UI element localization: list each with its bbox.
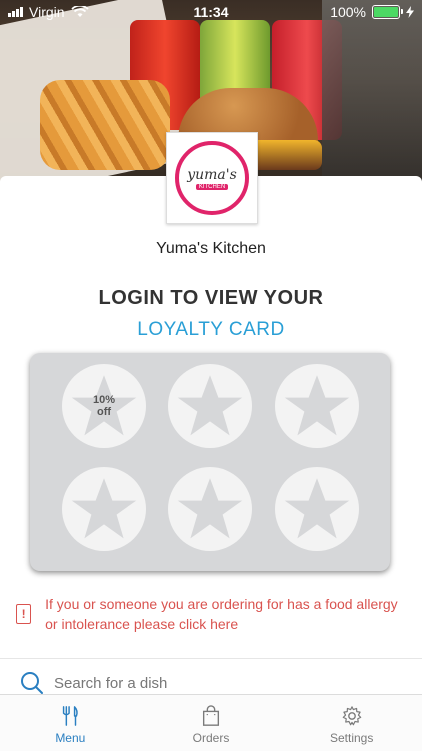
- stamp-slot: [275, 364, 359, 448]
- stamp-slot: 10% off: [62, 364, 146, 448]
- tab-orders[interactable]: Orders: [141, 695, 282, 751]
- star-icon: [71, 478, 137, 539]
- logo-text: yuma's: [187, 166, 237, 183]
- star-icon: [284, 375, 350, 436]
- star-icon: [177, 375, 243, 436]
- tab-bar: Menu Orders Settings: [0, 694, 422, 751]
- search-bar[interactable]: [20, 670, 400, 696]
- star-icon: [177, 478, 243, 539]
- loyalty-stamp-card: 10% off: [30, 353, 390, 571]
- star-icon: [284, 478, 350, 539]
- tab-orders-label: Orders: [192, 731, 230, 745]
- gear-icon: [342, 706, 361, 726]
- stamp-slot: [275, 467, 359, 551]
- tab-menu[interactable]: Menu: [0, 695, 141, 751]
- divider: [0, 658, 422, 659]
- allergy-notice[interactable]: ! If you or someone you are ordering for…: [16, 594, 406, 634]
- tab-menu-label: Menu: [55, 731, 86, 745]
- allergy-notice-text[interactable]: If you or someone you are ordering for h…: [45, 594, 406, 634]
- login-heading[interactable]: LOGIN TO VIEW YOUR: [0, 287, 422, 310]
- charging-icon: [406, 6, 414, 18]
- battery-icon: [372, 5, 403, 19]
- stamp-slot: [168, 364, 252, 448]
- restaurant-name: Yuma's Kitchen: [156, 240, 266, 257]
- tab-settings-label: Settings: [330, 731, 374, 745]
- search-input[interactable]: [52, 673, 386, 693]
- stamp-slot: [168, 467, 252, 551]
- status-bar: Virgin 11:34 100%: [0, 0, 422, 24]
- search-icon: [21, 672, 43, 694]
- battery-percent: 100%: [330, 4, 366, 20]
- reward-label: 10% off: [92, 394, 116, 418]
- loyalty-card-link[interactable]: LOYALTY CARD: [0, 319, 422, 341]
- fork-knife-icon: [63, 706, 79, 726]
- alert-icon: !: [16, 604, 32, 624]
- stamp-slot: [62, 467, 146, 551]
- restaurant-logo: yuma's KITCHEN: [166, 132, 258, 224]
- logo-tag: KITCHEN: [195, 183, 229, 190]
- bag-icon: [202, 705, 220, 726]
- tab-settings[interactable]: Settings: [281, 695, 422, 751]
